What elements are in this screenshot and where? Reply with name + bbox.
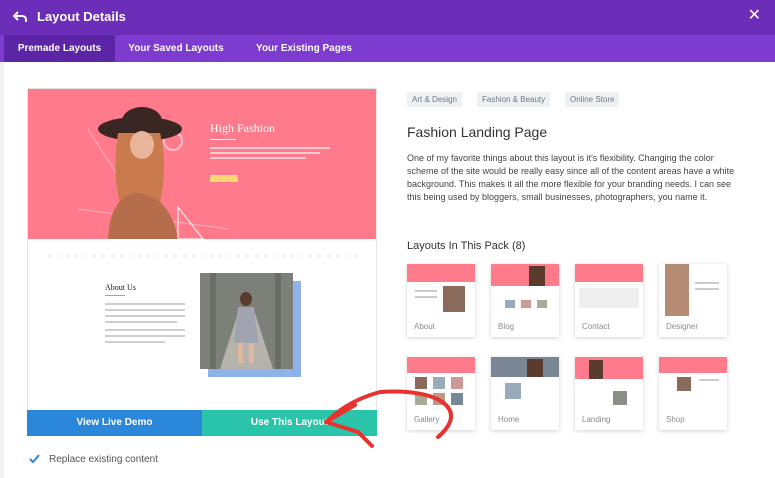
hero-model-photo <box>98 107 182 239</box>
thumb-text <box>699 379 719 381</box>
layout-title: Fashion Landing Page <box>407 124 548 140</box>
layout-thumb-label: Landing <box>582 415 611 424</box>
thumb-text <box>415 290 437 292</box>
tag-art-design[interactable]: Art & Design <box>407 92 462 107</box>
about-text-line <box>105 303 185 305</box>
thumb-image <box>527 359 543 377</box>
view-live-demo-button[interactable]: View Live Demo <box>27 410 202 436</box>
thumb-text <box>695 288 719 290</box>
hero-cta <box>210 175 238 182</box>
layout-thumb-label: Designer <box>666 322 699 331</box>
thumb-image <box>589 360 603 379</box>
layout-description: One of my favorite things about this lay… <box>407 153 735 202</box>
replace-content-label: Replace existing content <box>49 454 158 465</box>
thumb-image <box>505 300 515 308</box>
thumb-header <box>491 357 559 377</box>
thumb-header <box>659 357 727 373</box>
layout-thumb-label: Gallery <box>414 415 440 424</box>
thumb-image <box>433 393 445 405</box>
tag-fashion-beauty[interactable]: Fashion & Beauty <box>477 92 551 107</box>
layout-thumb-label: Contact <box>582 322 610 331</box>
about-text-line <box>105 309 185 311</box>
thumb-text <box>415 296 437 298</box>
layout-thumb-blog[interactable]: Blog <box>491 264 559 337</box>
thumb-image <box>451 393 463 405</box>
tag-online-store[interactable]: Online Store <box>565 92 620 107</box>
hero-text-line <box>210 157 306 159</box>
hero-title: High Fashion <box>210 121 276 135</box>
hero-text-line <box>210 147 330 149</box>
layout-thumb-label: Shop <box>666 415 685 424</box>
layout-thumb-designer[interactable]: Designer <box>659 264 727 337</box>
thumb-image <box>613 391 627 405</box>
thumb-image <box>415 377 427 389</box>
tab-bar: Premade Layouts Your Saved Layouts Your … <box>0 35 775 62</box>
thumb-image <box>451 377 463 389</box>
dot-divider <box>48 254 358 258</box>
thumb-image <box>433 377 445 389</box>
thumb-image <box>665 264 689 316</box>
layout-thumb-home[interactable]: Home <box>491 357 559 430</box>
layout-thumb-gallery[interactable]: Gallery <box>407 357 475 430</box>
layout-thumb-contact[interactable]: Contact <box>575 264 643 337</box>
tab-existing-pages[interactable]: Your Existing Pages <box>240 35 368 62</box>
about-title: About Us <box>105 283 136 292</box>
layout-preview-image: High Fashion About Us <box>27 88 377 436</box>
checkmark-icon[interactable] <box>29 453 40 464</box>
about-divider <box>105 295 125 296</box>
use-this-layout-button[interactable]: Use This Layout <box>202 410 377 436</box>
hero-text-line <box>210 152 320 154</box>
thumb-image <box>677 377 691 391</box>
modal-header: Layout Details ✕ <box>0 0 775 35</box>
preview-about-section: About Us <box>28 239 376 411</box>
about-text-line <box>105 321 177 323</box>
tab-premade-layouts[interactable]: Premade Layouts <box>4 35 115 62</box>
layout-thumb-about[interactable]: About <box>407 264 475 337</box>
back-arrow-icon[interactable] <box>12 9 28 25</box>
thumb-header <box>407 357 475 373</box>
pack-heading: Layouts In This Pack (8) <box>407 240 526 252</box>
modal-title: Layout Details <box>37 9 126 24</box>
about-text-line <box>105 329 185 331</box>
thumb-image <box>537 300 547 308</box>
close-icon[interactable]: ✕ <box>748 8 761 24</box>
hero-decor-lines <box>77 128 229 239</box>
about-text-line <box>105 341 165 343</box>
layout-thumb-label: About <box>414 322 435 331</box>
layout-thumb-label: Home <box>498 415 520 424</box>
layout-thumb-landing[interactable]: Landing <box>575 357 643 430</box>
thumb-header <box>491 264 559 286</box>
hero-divider <box>210 139 236 140</box>
thumb-image <box>415 393 427 405</box>
about-text-line <box>105 335 185 337</box>
thumb-image <box>521 300 531 308</box>
about-text-line <box>105 315 185 317</box>
thumb-header <box>575 357 643 379</box>
layout-thumb-shop[interactable]: Shop <box>659 357 727 430</box>
thumb-image <box>505 383 521 399</box>
thumb-image <box>443 286 465 312</box>
modal-left-edge <box>0 62 4 478</box>
tab-saved-layouts[interactable]: Your Saved Layouts <box>118 35 234 62</box>
thumb-header <box>407 264 475 282</box>
layout-thumb-label: Blog <box>498 322 515 331</box>
thumb-text <box>695 282 719 284</box>
thumb-image <box>529 266 545 286</box>
thumb-header <box>575 264 643 282</box>
preview-hero-section: High Fashion <box>28 89 376 239</box>
thumb-map <box>579 288 639 308</box>
about-model-photo <box>200 273 293 369</box>
